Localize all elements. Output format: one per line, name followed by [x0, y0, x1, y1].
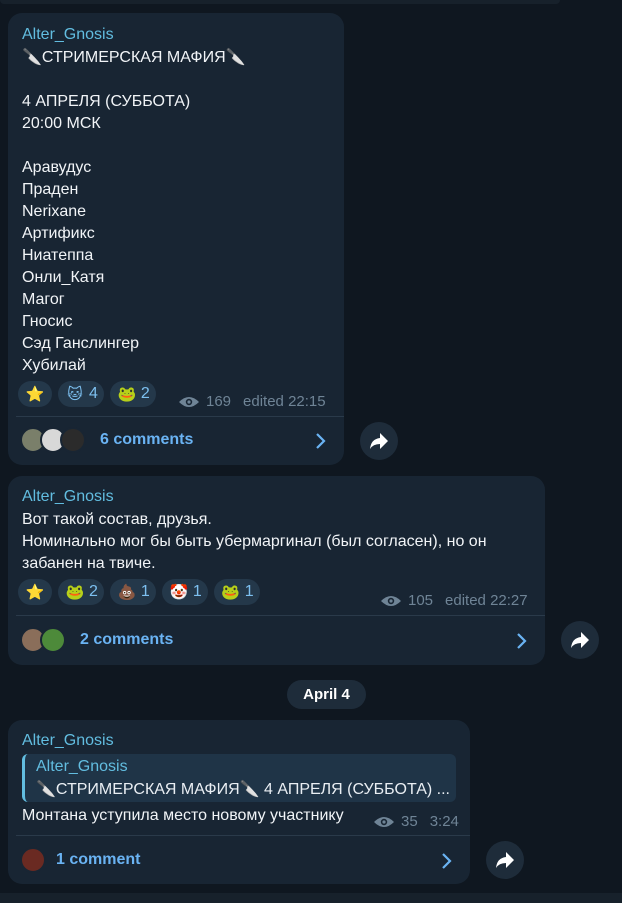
avatar — [40, 627, 66, 653]
view-count: 35 — [401, 813, 418, 830]
reaction-count: 1 — [244, 583, 254, 600]
avatar — [60, 427, 86, 453]
reaction-count: 2 — [140, 385, 150, 402]
reaction-count: 2 — [89, 583, 98, 600]
frog-party-icon: 🐸 — [221, 584, 241, 601]
comments-count: 2 comments — [80, 631, 174, 648]
message-time: edited 22:15 — [243, 393, 326, 410]
message-meta: 35 3:24 — [373, 813, 459, 830]
quote-text: 🔪СТРИМЕРСКАЯ МАФИЯ🔪 4 АПРЕЛЯ (СУББОТА) .… — [36, 781, 450, 798]
reactions-bar: ⭐ 🐸 2 💩 1 🤡 1 🐸 1 — [18, 579, 260, 605]
eye-icon — [179, 396, 199, 407]
comments-link[interactable]: 6 comments — [20, 427, 193, 453]
previous-message-edge — [0, 0, 560, 4]
message-time: 3:24 — [429, 813, 459, 830]
reaction-star[interactable]: ⭐ — [18, 579, 52, 605]
message-author[interactable]: Alter_Gnosis — [22, 732, 114, 750]
reply-quote[interactable]: Alter_Gnosis 🔪СТРИМЕРСКАЯ МАФИЯ🔪 4 АПРЕЛ… — [22, 754, 456, 802]
comments-divider — [16, 615, 545, 616]
clown-icon: 🤡 — [169, 584, 189, 601]
comments-count: 6 comments — [100, 431, 194, 448]
date-separator: April 4 — [287, 680, 366, 709]
message-meta: 105 edited 22:27 — [380, 592, 528, 609]
poop-icon: 💩 — [117, 584, 137, 601]
star-icon: ⭐ — [25, 386, 45, 403]
reaction-cat[interactable]: 🐱 4 — [58, 381, 104, 407]
frog-question-icon: 🐸 — [117, 386, 137, 403]
cat-icon: 🐱 — [67, 386, 83, 403]
comments-divider — [16, 416, 344, 417]
message-text: 🔪СТРИМЕРСКАЯ МАФИЯ🔪 4 АПРЕЛЯ (СУББОТА) 2… — [22, 49, 246, 374]
view-count: 105 — [408, 592, 434, 609]
share-arrow-icon — [496, 852, 514, 868]
reaction-star[interactable]: ⭐ — [18, 381, 52, 407]
chevron-right-icon — [316, 433, 326, 449]
commenter-avatars — [20, 627, 66, 653]
reaction-frog-party[interactable]: 🐸 1 — [213, 579, 260, 605]
share-arrow-icon — [571, 632, 589, 648]
share-button[interactable] — [486, 841, 524, 879]
message-text: Монтана уступила место новому участнику — [22, 807, 344, 824]
reaction-frog[interactable]: 🐸 2 — [58, 579, 104, 605]
view-count: 169 — [206, 393, 232, 410]
reaction-count: 1 — [192, 583, 202, 600]
message-meta: 169 edited 22:15 — [178, 393, 326, 410]
quote-author: Alter_Gnosis — [36, 758, 128, 775]
channel-message[interactable]: Alter_Gnosis Вот такой состав, друзья. Н… — [8, 476, 545, 665]
frog-icon: 🐸 — [65, 584, 85, 601]
chevron-right-icon — [517, 633, 527, 649]
message-author[interactable]: Alter_Gnosis — [22, 488, 114, 506]
reaction-count: 4 — [89, 385, 98, 402]
comments-link[interactable]: 2 comments — [20, 627, 173, 653]
reaction-frog-question[interactable]: 🐸 2 — [109, 381, 156, 407]
channel-message[interactable]: Alter_Gnosis 🔪СТРИМЕРСКАЯ МАФИЯ🔪 4 АПРЕЛ… — [8, 13, 344, 465]
eye-icon — [374, 816, 394, 827]
chevron-right-icon — [442, 853, 452, 869]
reaction-poop[interactable]: 💩 1 — [109, 579, 156, 605]
share-arrow-icon — [370, 433, 388, 449]
message-input-edge — [0, 893, 622, 903]
share-button[interactable] — [360, 422, 398, 460]
comments-count: 1 comment — [56, 851, 141, 868]
commenter-avatars — [20, 427, 86, 453]
reactions-bar: ⭐ 🐱 4 🐸 2 — [18, 381, 156, 407]
comments-divider — [16, 835, 470, 836]
reaction-clown[interactable]: 🤡 1 — [161, 579, 208, 605]
star-icon: ⭐ — [25, 584, 45, 601]
comments-link[interactable]: 1 comment — [20, 847, 140, 873]
reaction-count: 1 — [140, 583, 150, 600]
eye-icon — [381, 595, 401, 606]
commenter-avatars — [20, 847, 46, 873]
message-time: edited 22:27 — [445, 592, 528, 609]
avatar — [20, 847, 46, 873]
message-author[interactable]: Alter_Gnosis — [22, 26, 114, 44]
share-button[interactable] — [561, 621, 599, 659]
message-text: Вот такой состав, друзья. Номинально мог… — [22, 511, 487, 572]
